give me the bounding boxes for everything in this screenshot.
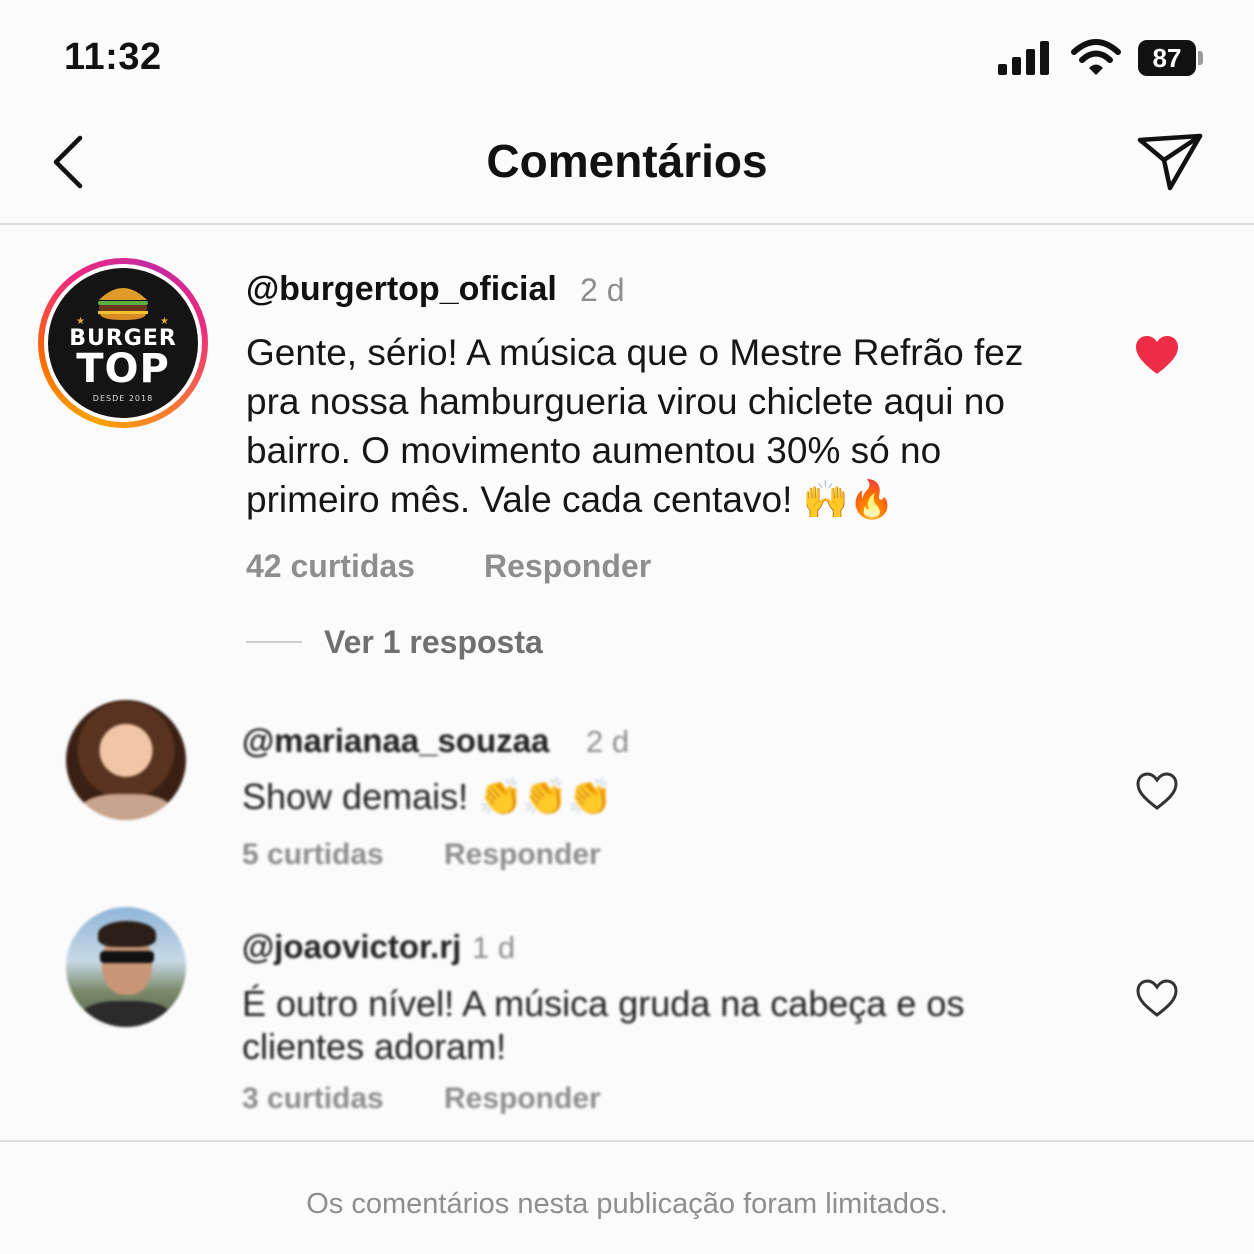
battery-level: 87 bbox=[1152, 43, 1182, 73]
heart-outline-icon[interactable] bbox=[1134, 977, 1180, 1019]
status-time: 11:32 bbox=[64, 36, 162, 78]
avatar-marianaa[interactable] bbox=[66, 700, 186, 820]
reply-button[interactable]: Responder bbox=[444, 1082, 601, 1116]
comment-time: 2 d bbox=[580, 272, 625, 308]
comment-username[interactable]: @burgertop_oficial bbox=[246, 270, 557, 309]
cellular-signal-icon bbox=[998, 41, 1049, 75]
heart-outline-icon[interactable] bbox=[1134, 770, 1180, 812]
comment-text: Gente, sério! A música que o Mestre Refr… bbox=[246, 332, 1024, 520]
comment-likes[interactable]: 5 curtidas bbox=[242, 838, 384, 872]
heart-filled-icon[interactable] bbox=[1134, 334, 1180, 376]
battery-indicator: 87 bbox=[1138, 40, 1204, 78]
reply-button[interactable]: Responder bbox=[484, 548, 651, 585]
comments-limited-notice: Os comentários nesta publicação foram li… bbox=[306, 1188, 948, 1220]
burger-icon bbox=[98, 288, 148, 320]
footer-divider bbox=[0, 1140, 1254, 1142]
comment-username[interactable]: @joaovictor.rj bbox=[242, 928, 461, 966]
comment-likes[interactable]: 3 curtidas bbox=[242, 1082, 384, 1116]
header-divider bbox=[0, 223, 1254, 225]
burgertop-logo: ★ ★ BURGER TOP DESDE 2018 bbox=[48, 268, 198, 418]
wifi-icon bbox=[1071, 39, 1121, 75]
avatar-burgertop[interactable]: ★ ★ BURGER TOP DESDE 2018 bbox=[38, 258, 208, 428]
comment-time: 1 d bbox=[472, 930, 516, 965]
reply-button[interactable]: Responder bbox=[444, 838, 601, 872]
comment-time: 2 d bbox=[586, 724, 630, 759]
comment-username[interactable]: @marianaa_souzaa bbox=[242, 722, 549, 760]
replies-line bbox=[246, 641, 302, 643]
paper-plane-icon[interactable] bbox=[1136, 130, 1206, 194]
view-replies-button[interactable]: Ver 1 resposta bbox=[324, 624, 543, 661]
logo-top-text: TOP bbox=[76, 346, 170, 392]
logo-since-text: DESDE 2018 bbox=[92, 394, 154, 403]
comment-text: Show demais! 👏👏👏 bbox=[242, 776, 613, 817]
comment-likes[interactable]: 42 curtidas bbox=[246, 548, 415, 585]
page-title: Comentários bbox=[486, 135, 768, 187]
avatar-joaovictor[interactable] bbox=[66, 907, 186, 1027]
comment-text: É outro nível! A música gruda na cabeça … bbox=[242, 983, 965, 1067]
